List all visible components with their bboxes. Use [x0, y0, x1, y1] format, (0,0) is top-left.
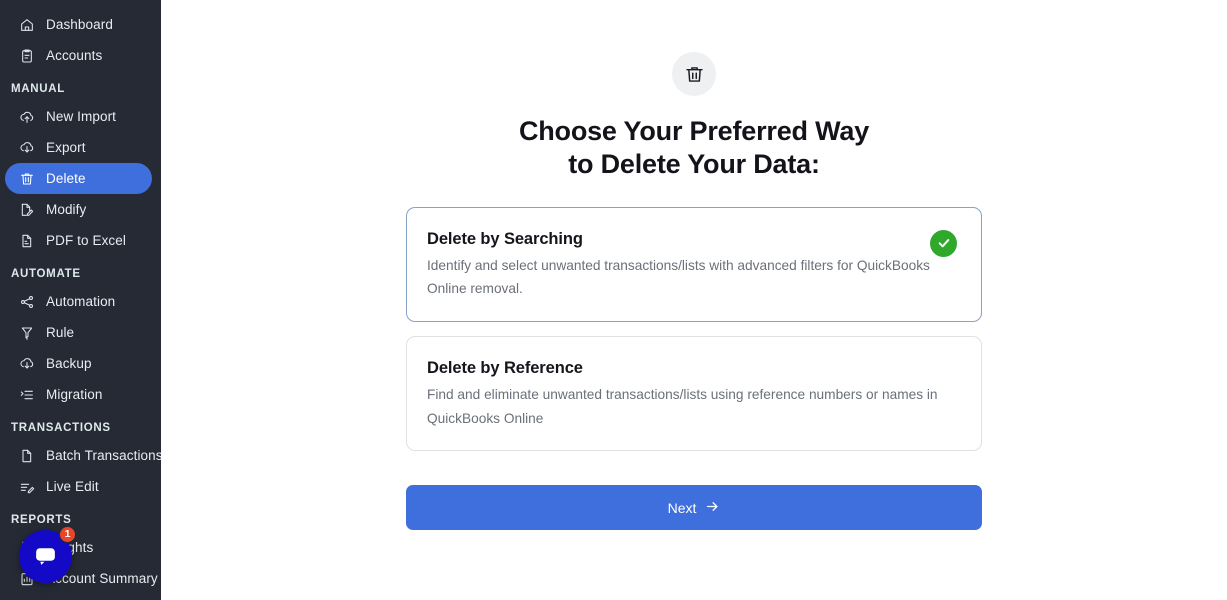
- trash-icon: [672, 52, 716, 96]
- sidebar-nav-groups: Dashboard Accounts MANUAL New Import Export D…: [0, 9, 161, 594]
- chat-bubble-icon: [33, 542, 58, 572]
- list-arrow-icon: [19, 387, 35, 403]
- sidebar-item-accounts[interactable]: Accounts: [5, 40, 152, 71]
- app-root: Dashboard Accounts MANUAL New Import Export D…: [0, 0, 1227, 600]
- sidebar-section-manual: MANUAL: [11, 83, 66, 95]
- sidebar-item-automation[interactable]: Automation: [5, 286, 152, 317]
- sidebar-item-label: Rule: [46, 325, 75, 340]
- sidebar-item-live-edit[interactable]: Live Edit: [5, 471, 152, 502]
- sidebar-item-label: Accounts: [46, 48, 103, 63]
- home-icon: [19, 17, 35, 33]
- trash-icon: [19, 171, 35, 187]
- file-pencil-icon: [19, 202, 35, 218]
- arrow-right-icon: [705, 499, 720, 517]
- document-icon: [19, 448, 35, 464]
- main-content: Choose Your Preferred Way to Delete Your…: [161, 0, 1227, 600]
- page-title-line-1: Choose Your Preferred Way: [518, 116, 870, 146]
- download-cloud-icon: [19, 356, 35, 372]
- page-title: Choose Your Preferred Way to Delete Your…: [519, 115, 869, 181]
- funnel-icon: [19, 325, 35, 341]
- sidebar-item-backup[interactable]: Backup: [5, 348, 152, 379]
- option-card-delete-by-reference[interactable]: Delete by Reference Find and eliminate un…: [406, 336, 982, 452]
- sidebar-section-transactions: TRANSACTIONS: [11, 422, 111, 434]
- next-button[interactable]: Next: [406, 485, 982, 531]
- download-cloud-icon: [19, 140, 35, 156]
- next-button-label: Next: [667, 499, 697, 516]
- upload-cloud-icon: [19, 109, 35, 125]
- page-title-line-2: to Delete Your Data:: [568, 148, 820, 179]
- option-description: Identify and select unwanted transaction…: [427, 257, 930, 297]
- option-description: Find and eliminate unwanted transactions…: [427, 387, 938, 426]
- sidebar-item-label: Migration: [46, 387, 103, 402]
- sidebar-item-label: Delete: [46, 171, 86, 186]
- sidebar-item-label: Dashboard: [46, 17, 113, 32]
- sidebar-item-label: New Import: [46, 109, 117, 124]
- selected-check-icon: [930, 229, 957, 257]
- sidebar-item-pdf-to-excel[interactable]: PDF to Excel: [5, 225, 152, 256]
- sidebar-item-label: Export: [46, 140, 86, 155]
- list-pencil-icon: [19, 479, 35, 495]
- sidebar: Dashboard Accounts MANUAL New Import Export D…: [0, 0, 161, 600]
- sidebar-item-migration[interactable]: Migration: [5, 379, 152, 410]
- option-title: Delete by Searching: [427, 229, 583, 248]
- pdf-file-icon: [19, 233, 35, 249]
- clipboard-icon: [19, 48, 35, 64]
- sidebar-item-rule[interactable]: Rule: [5, 317, 152, 348]
- sidebar-item-dashboard[interactable]: Dashboard: [5, 9, 152, 40]
- sidebar-item-label: Modify: [46, 202, 87, 217]
- delete-method-options: Delete by Searching Identify and select u…: [406, 206, 982, 465]
- sidebar-item-new-import[interactable]: New Import: [5, 101, 152, 132]
- sidebar-item-delete[interactable]: Delete: [5, 163, 152, 194]
- sidebar-section-automate: AUTOMATE: [11, 268, 81, 280]
- option-title: Delete by Reference: [427, 359, 583, 377]
- sidebar-item-label: PDF to Excel: [46, 233, 126, 248]
- share-nodes-icon: [19, 294, 35, 310]
- sidebar-item-modify[interactable]: Modify: [5, 194, 152, 225]
- sidebar-item-batch-transactions[interactable]: Batch Transactions: [5, 440, 161, 471]
- sidebar-section-reports: REPORTS: [11, 514, 72, 526]
- option-card-delete-by-searching[interactable]: Delete by Searching Identify and select u…: [406, 206, 982, 322]
- sidebar-item-label: Live Edit: [46, 479, 99, 494]
- chat-widget-button[interactable]: 1: [19, 526, 76, 583]
- sidebar-item-label: Automation: [46, 294, 116, 309]
- sidebar-item-label: Backup: [46, 356, 92, 371]
- sidebar-item-export[interactable]: Export: [5, 132, 152, 163]
- sidebar-item-label: Batch Transactions: [46, 448, 161, 463]
- chat-unread-badge: 1: [59, 526, 76, 543]
